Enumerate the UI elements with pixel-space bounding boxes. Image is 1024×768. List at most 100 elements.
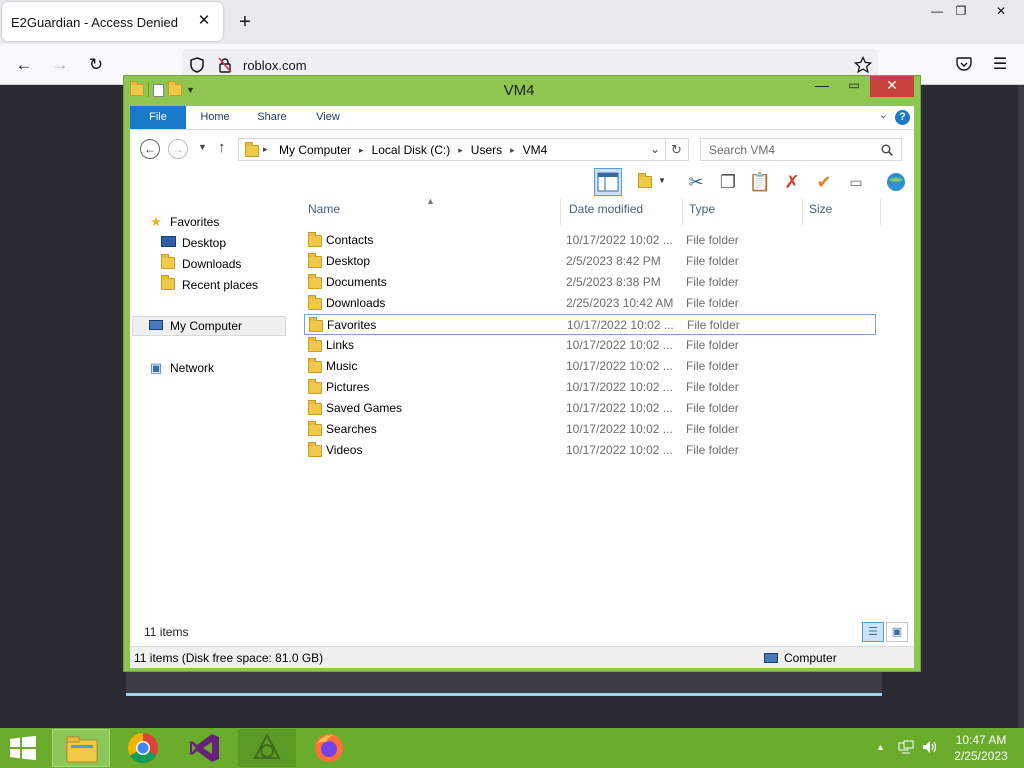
preview-pane-button[interactable]: [594, 168, 622, 196]
help-icon[interactable]: ?: [895, 110, 910, 125]
column-header-size[interactable]: Size: [809, 202, 832, 222]
search-placeholder: Search VM4: [709, 143, 776, 157]
taskbar-visual-studio[interactable]: [176, 729, 234, 767]
large-icons-view-icon[interactable]: ▣: [886, 622, 908, 642]
column-divider[interactable]: [560, 198, 561, 226]
sidebar-item-recent-places[interactable]: Recent places: [160, 275, 258, 295]
table-row[interactable]: Links 10/17/2022 10:02 ... File folder: [304, 335, 876, 356]
file-date: 2/5/2023 8:38 PM: [566, 275, 661, 289]
start-button[interactable]: [10, 736, 36, 763]
table-row[interactable]: Videos 10/17/2022 10:02 ... File folder: [304, 440, 876, 461]
shield-icon[interactable]: [190, 57, 204, 73]
up-arrow-icon[interactable]: ↑: [218, 139, 226, 156]
close-button[interactable]: ✕: [870, 76, 914, 97]
address-dropdown-icon[interactable]: ⌄: [650, 142, 660, 156]
desktop-folder-icon: [308, 253, 322, 268]
bookmark-star-icon[interactable]: [854, 56, 872, 74]
lock-slash-icon[interactable]: [218, 57, 232, 73]
table-row[interactable]: Pictures 10/17/2022 10:02 ... File folde…: [304, 377, 876, 398]
folder-options-dropdown-icon[interactable]: ▼: [658, 176, 666, 185]
page-scrollbar[interactable]: [1018, 85, 1024, 728]
breadcrumb-vm4[interactable]: VM4: [523, 143, 548, 157]
table-row[interactable]: Favorites 10/17/2022 10:02 ... File fold…: [304, 314, 876, 335]
globe-icon[interactable]: [882, 168, 910, 196]
tab-close-icon[interactable]: ✕: [194, 11, 214, 31]
rename-icon[interactable]: ▭: [842, 168, 870, 196]
breadcrumb-local-disk[interactable]: Local Disk (C:): [372, 143, 451, 157]
maximize-button[interactable]: ▭: [840, 76, 868, 97]
column-header-date[interactable]: Date modified: [569, 202, 643, 222]
tab-share[interactable]: Share: [252, 106, 292, 129]
file-date: 10/17/2022 10:02 ...: [566, 359, 673, 373]
browser-restore-button[interactable]: ❐: [946, 0, 976, 22]
breadcrumb-chevron-icon[interactable]: ▸: [359, 145, 364, 156]
details-view-icon[interactable]: ☰: [862, 622, 884, 642]
volume-icon[interactable]: [922, 740, 938, 757]
favorites-folder-icon: [309, 317, 323, 332]
cut-icon[interactable]: ✂: [682, 168, 710, 196]
column-divider[interactable]: [880, 198, 881, 226]
address-bar[interactable]: ▸ My Computer ▸ Local Disk (C:) ▸ Users …: [238, 138, 689, 161]
breadcrumb-chevron-icon[interactable]: ▸: [510, 145, 515, 156]
breadcrumb-my-computer[interactable]: My Computer: [279, 143, 351, 157]
forward-arrow-icon[interactable]: →: [47, 52, 73, 78]
tab-view[interactable]: View: [310, 106, 346, 129]
network-tray-icon[interactable]: [898, 740, 914, 757]
sidebar-item-favorites[interactable]: ★ Favorites: [148, 212, 219, 232]
table-row[interactable]: Saved Games 10/17/2022 10:02 ... File fo…: [304, 398, 876, 419]
browser-tab[interactable]: E2Guardian - Access Denied ✕: [2, 2, 223, 41]
table-row[interactable]: Desktop 2/5/2023 8:42 PM File folder: [304, 251, 876, 272]
table-row[interactable]: Documents 2/5/2023 8:38 PM File folder: [304, 272, 876, 293]
search-input[interactable]: Search VM4: [700, 138, 902, 161]
table-row[interactable]: Music 10/17/2022 10:02 ... File folder: [304, 356, 876, 377]
clock[interactable]: 10:47 AM 2/25/2023: [948, 732, 1014, 764]
taskbar-chrome[interactable]: [114, 729, 172, 767]
sidebar-item-network[interactable]: ▣ Network: [148, 358, 214, 378]
table-row[interactable]: Searches 10/17/2022 10:02 ... File folde…: [304, 419, 876, 440]
taskbar-firefox[interactable]: [300, 729, 358, 767]
back-arrow-icon[interactable]: ←: [11, 52, 37, 78]
checkmark-icon[interactable]: ✔: [810, 168, 838, 196]
refresh-icon[interactable]: ↻: [665, 139, 687, 160]
paste-icon[interactable]: 📋: [746, 168, 774, 196]
copy-icon[interactable]: ❐: [714, 168, 742, 196]
sidebar-item-my-computer[interactable]: My Computer: [132, 316, 286, 336]
back-button[interactable]: ←: [140, 139, 160, 159]
forward-button[interactable]: →: [168, 139, 188, 159]
recent-locations-icon[interactable]: ▼: [198, 142, 207, 152]
sidebar-item-desktop[interactable]: Desktop: [160, 233, 226, 253]
navigation-pane: ★ Favorites Desktop Downloads Recent pla…: [130, 198, 296, 668]
url-text[interactable]: roblox.com: [243, 58, 307, 73]
chrome-icon: [127, 733, 158, 764]
pocket-icon[interactable]: [956, 57, 972, 72]
ribbon-expand-icon[interactable]: ⌄: [879, 108, 888, 121]
file-date: 2/5/2023 8:42 PM: [566, 254, 661, 268]
column-divider[interactable]: [802, 198, 803, 226]
breadcrumb-chevron-icon[interactable]: ▸: [458, 145, 463, 156]
browser-close-button[interactable]: ✕: [986, 0, 1016, 22]
taskbar-app[interactable]: [238, 729, 296, 767]
file-explorer-icon: [66, 736, 98, 763]
tab-home[interactable]: Home: [194, 106, 236, 129]
tray-expand-icon[interactable]: ▲: [876, 742, 885, 752]
folder-options-button[interactable]: [634, 168, 656, 196]
column-header-type[interactable]: Type: [689, 202, 715, 222]
file-name: Videos: [326, 443, 363, 457]
reload-icon[interactable]: ↻: [83, 52, 109, 78]
new-tab-button[interactable]: +: [234, 11, 256, 33]
sidebar-item-downloads[interactable]: Downloads: [160, 254, 241, 274]
menu-icon[interactable]: ☰: [987, 52, 1013, 78]
breadcrumb-users[interactable]: Users: [471, 143, 502, 157]
column-header-name[interactable]: Name: [308, 202, 340, 222]
file-type: File folder: [686, 254, 739, 268]
table-row[interactable]: Downloads 2/25/2023 10:42 AM File folder: [304, 293, 876, 314]
search-icon[interactable]: [881, 144, 893, 156]
taskbar-file-explorer[interactable]: [52, 729, 110, 767]
table-row[interactable]: Contacts 10/17/2022 10:02 ... File folde…: [304, 230, 876, 251]
tab-file[interactable]: File: [130, 106, 186, 129]
minimize-button[interactable]: —: [808, 76, 836, 97]
delete-icon[interactable]: ✗: [778, 168, 806, 196]
column-divider[interactable]: [682, 198, 683, 226]
explorer-title-bar[interactable]: ▼ VM4 — ▭ ✕: [124, 76, 920, 104]
address-chevron-icon[interactable]: ▸: [263, 144, 268, 155]
